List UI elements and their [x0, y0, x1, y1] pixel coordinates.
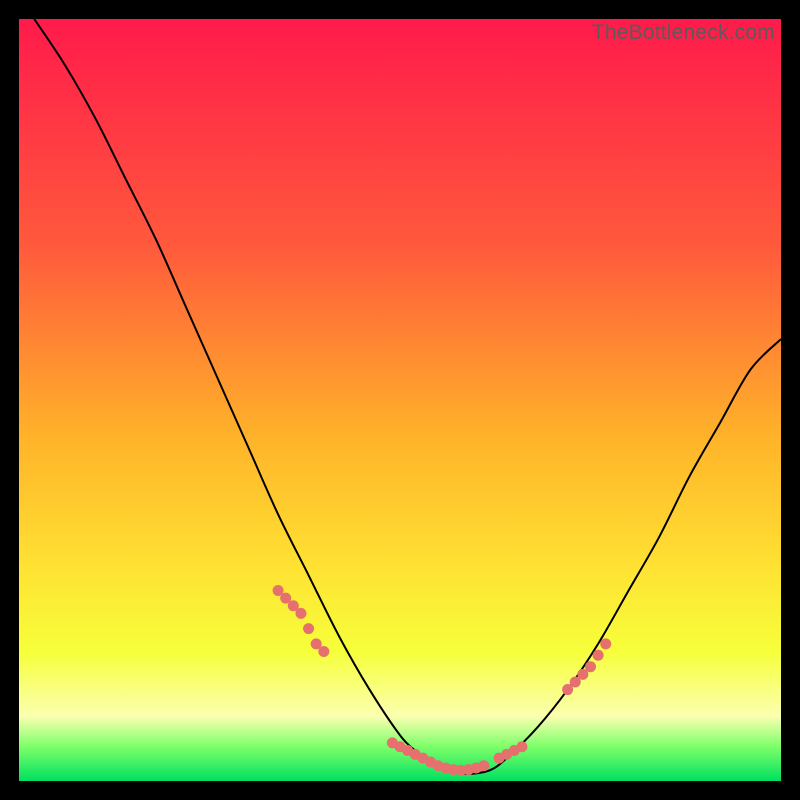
watermark-text: TheBottleneck.com [592, 21, 775, 45]
curve-marker [295, 608, 306, 619]
curve-marker [600, 638, 611, 649]
curve-marker [593, 650, 604, 661]
curve-marker [516, 741, 527, 752]
chart-frame: TheBottleneck.com [19, 19, 781, 781]
curve-marker [303, 623, 314, 634]
curve-marker [478, 760, 489, 771]
gradient-background [19, 19, 781, 781]
bottleneck-chart [19, 19, 781, 781]
curve-marker [318, 646, 329, 657]
curve-marker [585, 661, 596, 672]
